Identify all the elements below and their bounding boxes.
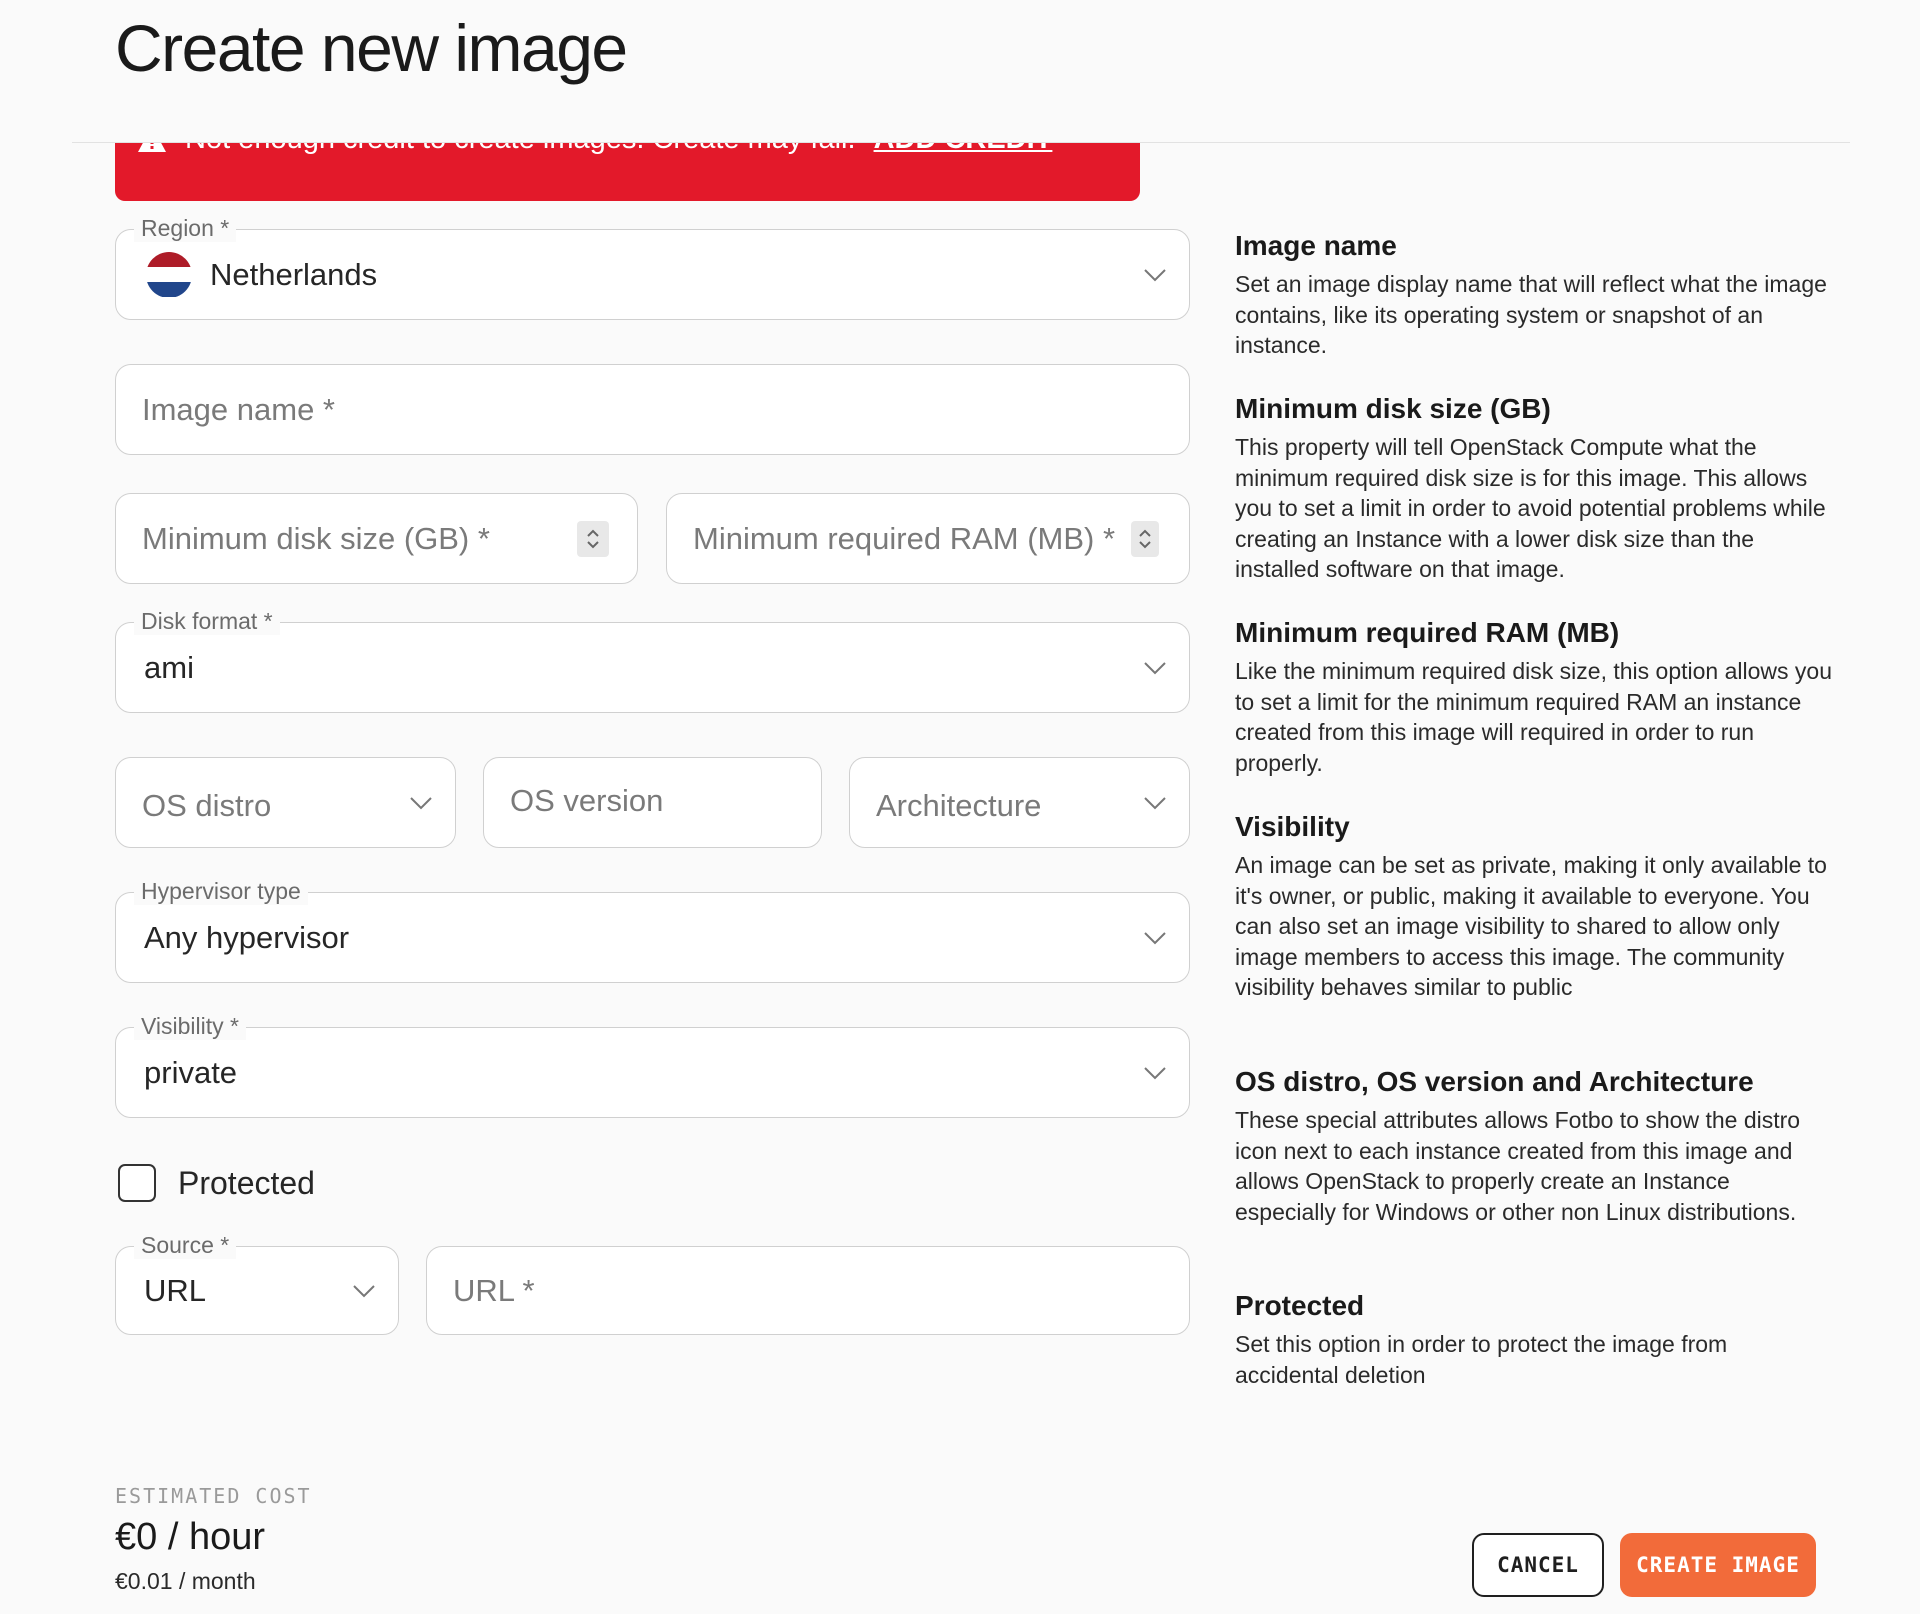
chevron-down-icon bbox=[1144, 1066, 1166, 1079]
help-min-disk: Minimum disk size (GB) This property wil… bbox=[1235, 390, 1835, 585]
help-title: Protected bbox=[1235, 1290, 1365, 1321]
image-name-input[interactable]: Image name * bbox=[115, 364, 1190, 455]
help-os-attributes: OS distro, OS version and Architecture T… bbox=[1235, 1063, 1835, 1227]
image-name-placeholder: Image name * bbox=[142, 391, 335, 427]
monthly-cost: €0.01 / month bbox=[115, 1568, 256, 1594]
protected-label[interactable]: Protected bbox=[178, 1162, 315, 1204]
create-image-button[interactable]: CREATE IMAGE bbox=[1620, 1533, 1816, 1597]
netherlands-flag-icon bbox=[146, 251, 192, 298]
help-title: Minimum required RAM (MB) bbox=[1235, 617, 1620, 648]
chevron-down-icon bbox=[1144, 796, 1166, 809]
number-stepper-icon[interactable] bbox=[1131, 520, 1159, 557]
credit-alert: Not enough credit to create images. Crea… bbox=[115, 143, 1140, 201]
help-title: Visibility bbox=[1235, 811, 1350, 842]
hourly-cost: €0 / hour bbox=[115, 1516, 265, 1558]
cancel-button[interactable]: CANCEL bbox=[1472, 1533, 1604, 1597]
help-text: Like the minimum required disk size, thi… bbox=[1235, 658, 1832, 776]
min-ram-input[interactable]: Minimum required RAM (MB) * bbox=[666, 493, 1190, 584]
help-visibility: Visibility An image can be set as privat… bbox=[1235, 808, 1835, 1003]
warning-icon bbox=[138, 143, 166, 152]
help-text: Set an image display name that will refl… bbox=[1235, 271, 1827, 358]
source-value: URL bbox=[144, 1272, 207, 1308]
os-version-placeholder: OS version bbox=[510, 782, 664, 818]
help-text: These special attributes allows Fotbo to… bbox=[1235, 1107, 1801, 1225]
architecture-placeholder: Architecture bbox=[876, 787, 1042, 823]
alert-message: Not enough credit to create images. Crea… bbox=[185, 143, 856, 156]
chevron-down-icon bbox=[353, 1284, 375, 1297]
disk-format-select[interactable]: Disk format * ami bbox=[115, 607, 1190, 713]
hypervisor-type-select[interactable]: Hypervisor type Any hypervisor bbox=[115, 877, 1190, 983]
disk-format-value: ami bbox=[144, 649, 194, 685]
help-text: Set this option in order to protect the … bbox=[1235, 1331, 1728, 1388]
help-min-ram: Minimum required RAM (MB) Like the minim… bbox=[1235, 614, 1835, 778]
os-distro-placeholder: OS distro bbox=[142, 787, 272, 823]
visibility-select[interactable]: Visibility * private bbox=[115, 1012, 1190, 1118]
min-ram-placeholder: Minimum required RAM (MB) * bbox=[693, 520, 1116, 556]
min-disk-input[interactable]: Minimum disk size (GB) * bbox=[115, 493, 638, 584]
url-placeholder: URL * bbox=[453, 1272, 535, 1308]
source-select[interactable]: Source * URL bbox=[115, 1231, 399, 1335]
region-value: Netherlands bbox=[210, 256, 378, 292]
help-image-name: Image name Set an image display name tha… bbox=[1235, 227, 1835, 361]
chevron-down-icon bbox=[1144, 661, 1166, 674]
number-stepper-icon[interactable] bbox=[577, 520, 609, 557]
chevron-down-icon bbox=[1144, 268, 1166, 281]
protected-checkbox[interactable] bbox=[118, 1164, 156, 1202]
url-input[interactable]: URL * bbox=[426, 1246, 1190, 1335]
help-title: Minimum disk size (GB) bbox=[1235, 393, 1551, 424]
visibility-value: private bbox=[144, 1054, 238, 1090]
region-select[interactable]: Region * Netherlands bbox=[115, 214, 1190, 320]
os-version-input[interactable]: OS version bbox=[483, 757, 822, 848]
hypervisor-type-value: Any hypervisor bbox=[144, 919, 350, 955]
help-title: OS distro, OS version and Architecture bbox=[1235, 1066, 1754, 1097]
add-credit-link[interactable]: ADD CREDIT bbox=[874, 143, 1053, 156]
help-text: An image can be set as private, making i… bbox=[1235, 852, 1827, 1000]
chevron-down-icon bbox=[410, 796, 432, 809]
page-title: Create new image bbox=[115, 11, 628, 85]
chevron-down-icon bbox=[1144, 931, 1166, 944]
help-text: This property will tell OpenStack Comput… bbox=[1235, 434, 1826, 582]
architecture-select[interactable]: Architecture bbox=[849, 757, 1190, 848]
os-distro-select[interactable]: OS distro bbox=[115, 757, 456, 848]
min-disk-placeholder: Minimum disk size (GB) * bbox=[142, 520, 490, 556]
help-title: Image name bbox=[1235, 230, 1397, 261]
estimated-cost-label: ESTIMATED COST bbox=[115, 1484, 312, 1508]
help-protected: Protected Set this option in order to pr… bbox=[1235, 1287, 1835, 1390]
